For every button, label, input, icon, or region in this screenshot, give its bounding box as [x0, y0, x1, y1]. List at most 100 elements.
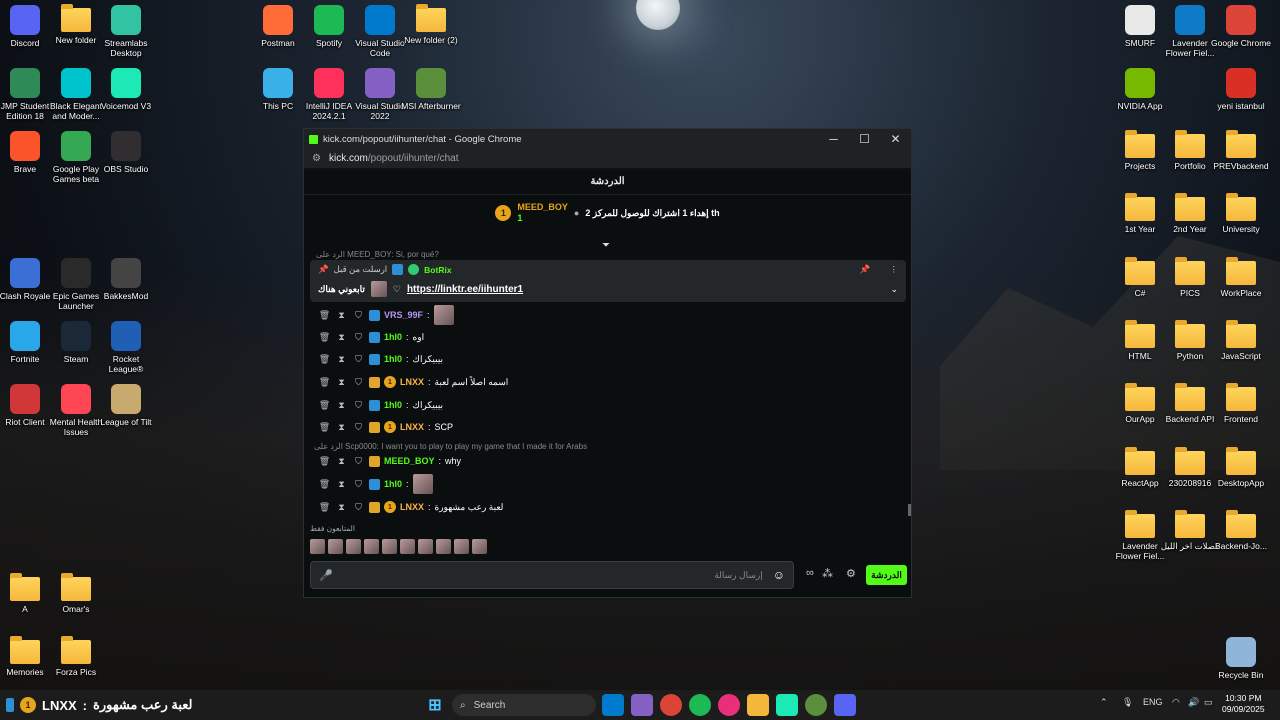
timeout-icon[interactable]: ⧗: [335, 502, 348, 513]
delete-icon[interactable]: 🗑: [318, 377, 331, 388]
ban-icon[interactable]: ⛉: [352, 400, 365, 411]
ban-icon[interactable]: ⛉: [352, 354, 365, 365]
desktop-shortcut[interactable]: WorkPlace: [1211, 257, 1271, 298]
desktop-shortcut[interactable]: Omar's: [46, 573, 106, 614]
infinity-icon[interactable]: ∞: [806, 567, 814, 579]
taskbar-voicemod-icon[interactable]: [776, 694, 798, 716]
taskbar-chrome-icon[interactable]: [660, 694, 682, 716]
delete-icon[interactable]: 🗑: [318, 422, 331, 433]
delete-icon[interactable]: 🗑: [318, 479, 331, 490]
delete-icon[interactable]: 🗑: [318, 310, 331, 321]
timeout-icon[interactable]: ⧗: [335, 422, 348, 433]
sub-goal-banner[interactable]: 1 MEED_BOY 1 ● إهداء 1 اشتراك للوصول للم…: [304, 195, 911, 231]
desktop-shortcut[interactable]: MSI Afterburner: [401, 68, 461, 111]
delete-icon[interactable]: 🗑: [318, 456, 331, 467]
window-titlebar[interactable]: kick.com/popout/iihunter/chat - Google C…: [304, 129, 911, 149]
maximize-button[interactable]: ☐: [849, 132, 880, 146]
taskbar-vscode-icon[interactable]: [602, 694, 624, 716]
ban-icon[interactable]: ⛉: [352, 479, 365, 490]
microphone-icon[interactable]: 🎤: [319, 569, 333, 582]
chat-username[interactable]: MEED_BOY: [384, 456, 435, 466]
timeout-icon[interactable]: ⧗: [335, 456, 348, 467]
desktop-shortcut[interactable]: Recycle Bin: [1211, 637, 1271, 680]
delete-icon[interactable]: 🗑: [318, 502, 331, 513]
timeout-icon[interactable]: ⧗: [335, 310, 348, 321]
chat-username[interactable]: LNXX: [400, 502, 424, 512]
taskbar-discord-icon[interactable]: [834, 694, 856, 716]
site-settings-icon[interactable]: ⚙: [312, 153, 321, 164]
chat-input-placeholder[interactable]: إرسال رسالة: [333, 570, 773, 581]
address-bar[interactable]: ⚙ kick.com/popout/iihunter/chat: [304, 149, 911, 169]
desktop-shortcut[interactable]: University: [1211, 193, 1271, 234]
chat-message[interactable]: 🗑 ⧗ ⛉ 1 LNXX: اسمه اصلاً اسم لعبة: [318, 374, 508, 390]
desktop-shortcut[interactable]: Backend-Jo...: [1211, 510, 1271, 551]
desktop-shortcut[interactable]: BakkesMod: [96, 258, 156, 301]
pinned-link[interactable]: https://linktr.ee/iihunter1: [407, 284, 523, 295]
minimize-button[interactable]: ─: [818, 132, 849, 146]
taskbar-file-explorer-icon[interactable]: [747, 694, 769, 716]
desktop-shortcut[interactable]: Voicemod V3: [96, 68, 156, 111]
ban-icon[interactable]: ⛉: [352, 502, 365, 513]
chat-username[interactable]: 1hl0: [384, 479, 402, 489]
desktop-shortcut[interactable]: Frontend: [1211, 383, 1271, 424]
emote[interactable]: [328, 539, 343, 554]
desktop-shortcut[interactable]: JavaScript: [1211, 320, 1271, 361]
close-button[interactable]: ✕: [880, 132, 911, 146]
wifi-icon[interactable]: ◠: [1172, 697, 1180, 708]
chat-message[interactable]: 🗑 ⧗ ⛉ 1hl0: اوه: [318, 329, 424, 345]
timeout-icon[interactable]: ⧗: [335, 354, 348, 365]
desktop-shortcut[interactable]: PREVbackend: [1211, 130, 1271, 171]
chat-message[interactable]: 🗑 ⧗ ⛉ 1hl0: بيبيكراك: [318, 397, 443, 413]
language-indicator[interactable]: ENG: [1143, 697, 1163, 707]
ban-icon[interactable]: ⛉: [352, 377, 365, 388]
desktop-shortcut[interactable]: Forza Pics: [46, 636, 106, 677]
tray-mic-icon[interactable]: 🎙: [1122, 697, 1133, 708]
emote[interactable]: [418, 539, 433, 554]
taskbar-clock[interactable]: 10:30 PM 09/09/2025: [1222, 693, 1265, 715]
chat-username[interactable]: 1hl0: [384, 400, 402, 410]
collapse-arrow-icon[interactable]: ⏷: [602, 240, 610, 251]
unpin-icon[interactable]: 📌: [860, 264, 871, 275]
emote[interactable]: [382, 539, 397, 554]
taskbar-afterburner-icon[interactable]: [805, 694, 827, 716]
timeout-icon[interactable]: ⧗: [335, 400, 348, 411]
chat-message[interactable]: 🗑 ⧗ ⛉ MEED_BOY: why: [318, 453, 461, 469]
chat-username[interactable]: VRS_99F: [384, 310, 423, 320]
desktop-shortcut[interactable]: DesktopApp: [1211, 447, 1271, 488]
timeout-icon[interactable]: ⧗: [335, 377, 348, 388]
delete-icon[interactable]: 🗑: [318, 400, 331, 411]
battery-icon[interactable]: ▭: [1204, 697, 1213, 708]
chat-username[interactable]: 1hl0: [384, 354, 402, 364]
points-icon[interactable]: ⁂: [822, 567, 833, 580]
emote-bar[interactable]: [310, 539, 487, 554]
ban-icon[interactable]: ⛉: [352, 422, 365, 433]
chat-input[interactable]: 🎤 إرسال رسالة ☺: [310, 561, 794, 589]
emoji-icon[interactable]: ☺: [773, 568, 785, 582]
desktop-shortcut[interactable]: League of Tilt: [96, 384, 156, 427]
ban-icon[interactable]: ⛉: [352, 332, 365, 343]
chat-message[interactable]: 🗑 ⧗ ⛉ 1hl0:: [318, 474, 433, 494]
chat-message[interactable]: 🗑 ⧗ ⛉ 1 LNXX: SCP: [318, 419, 453, 435]
taskbar-search[interactable]: ⌕ Search: [452, 694, 596, 716]
ban-icon[interactable]: ⛉: [352, 456, 365, 467]
delete-icon[interactable]: 🗑: [318, 354, 331, 365]
timeout-icon[interactable]: ⧗: [335, 332, 348, 343]
emote[interactable]: [400, 539, 415, 554]
pinned-user[interactable]: BotRix: [424, 265, 451, 275]
desktop-shortcut[interactable]: NVIDIA App: [1110, 68, 1170, 111]
start-button[interactable]: ⊞: [424, 694, 446, 716]
chat-message[interactable]: 🗑 ⧗ ⛉ 1 LNXX: لعبة رعب مشهورة: [318, 499, 503, 515]
desktop-shortcut[interactable]: Streamlabs Desktop: [96, 5, 156, 58]
emote[interactable]: [310, 539, 325, 554]
emote[interactable]: [454, 539, 469, 554]
expand-chevron-icon[interactable]: ⌄: [890, 284, 898, 295]
taskbar-spotify-icon[interactable]: [689, 694, 711, 716]
delete-icon[interactable]: 🗑: [318, 332, 331, 343]
settings-gear-icon[interactable]: ⚙: [846, 567, 856, 580]
desktop-shortcut[interactable]: Google Chrome: [1211, 5, 1271, 48]
timeout-icon[interactable]: ⧗: [335, 479, 348, 490]
ban-icon[interactable]: ⛉: [352, 310, 365, 321]
emote[interactable]: [364, 539, 379, 554]
more-options-icon[interactable]: ⋮: [890, 264, 899, 275]
chat-scrollbar[interactable]: [908, 504, 911, 516]
